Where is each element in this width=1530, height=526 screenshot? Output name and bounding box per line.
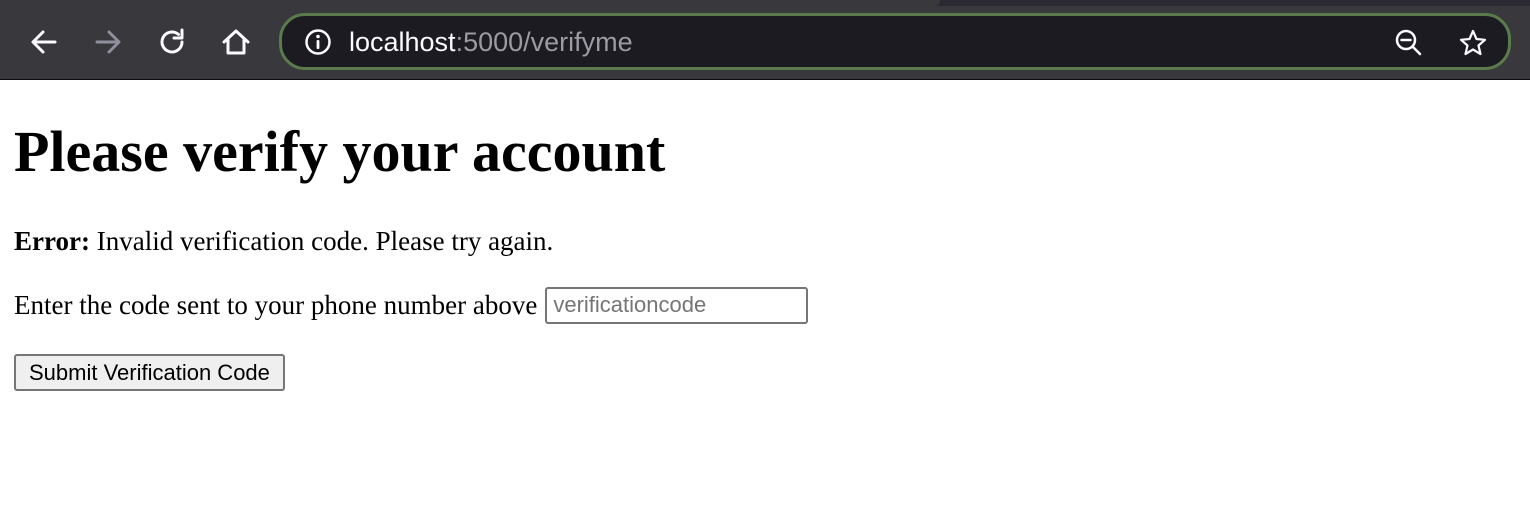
- forward-button[interactable]: [86, 20, 130, 64]
- reload-button[interactable]: [150, 20, 194, 64]
- verification-form-row: Enter the code sent to your phone number…: [14, 285, 809, 325]
- error-message: Error: Invalid verification code. Please…: [14, 224, 553, 258]
- url-bar[interactable]: localhost:5000/verifyme: [279, 13, 1511, 70]
- url-text[interactable]: localhost:5000/verifyme: [349, 26, 633, 58]
- tab-strip: [0, 0, 1530, 6]
- info-icon[interactable]: [304, 28, 332, 61]
- error-text: Invalid verification code. Please try ag…: [96, 226, 554, 256]
- url-path: :5000/verifyme: [455, 27, 633, 57]
- zoom-out-icon[interactable]: [1394, 28, 1424, 63]
- home-icon: [221, 27, 251, 57]
- back-button[interactable]: [22, 20, 66, 64]
- back-arrow-icon: [29, 27, 59, 57]
- url-host: localhost: [349, 27, 456, 57]
- error-label: Error:: [14, 226, 90, 256]
- page-title: Please verify your account: [14, 119, 666, 184]
- browser-toolbar: localhost:5000/verifyme: [0, 0, 1530, 80]
- verification-code-input[interactable]: [545, 286, 809, 324]
- reload-icon: [157, 27, 187, 57]
- active-tab-edge[interactable]: [0, 0, 940, 6]
- submit-verification-button[interactable]: Submit Verification Code: [14, 354, 285, 391]
- star-icon[interactable]: [1458, 28, 1488, 63]
- page-content: Please verify your account Error: Invali…: [0, 80, 1530, 526]
- home-button[interactable]: [214, 20, 258, 64]
- forward-arrow-icon: [93, 27, 123, 57]
- code-prompt-label: Enter the code sent to your phone number…: [14, 290, 538, 320]
